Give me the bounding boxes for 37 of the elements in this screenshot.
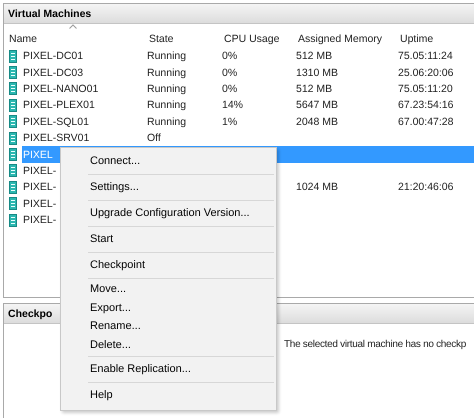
table-cell: PIXEL- [23,181,56,194]
table-cell: 25.06:20:06 [398,66,454,79]
table-cell: PIXEL-PLEX01 [23,99,95,112]
table-cell: Running [147,66,186,79]
table-cell: 75.05:11:20 [398,82,453,95]
table-cell: PIXEL-NANO01 [23,82,98,95]
table-cell: PIXEL- [23,214,56,226]
table-cell: 2048 MB [296,116,338,128]
table-cell: 512 MB [296,50,332,62]
table-cell: PIXEL- [23,164,56,177]
table-cell: 67.23:54:16 [398,99,454,112]
table-cell: 1% [222,116,238,128]
panel-title: Virtual Machines [8,8,92,20]
table-cell: PIXEL-SQL01 [23,116,89,128]
table-cell: 0% [222,50,238,62]
table-cell: 0% [222,82,238,95]
table-cell: PIXEL [23,148,53,161]
table-cell: PIXEL-SRV01 [23,132,90,144]
table-cell: 21:20:46:06 [398,181,454,194]
table-cell: PIXEL-DC03 [23,66,84,79]
table-cell: 67.00:47:28 [398,116,454,128]
table-cell: Running [147,99,186,112]
table-cell: Running [147,50,186,62]
table-cell: 1024 MB [296,181,338,194]
table-cell: 75.05:11:24 [398,50,453,62]
table-cell: 5647 MB [296,99,338,112]
table-cell: PIXEL- [23,198,56,210]
table-cell: 1310 MB [296,66,338,79]
table-cell: 512 MB [296,82,332,95]
panel-title: Checkpo [8,308,52,320]
table-cell: Running [147,116,186,128]
empty-message: The selected virtual machine has no checkp [284,339,466,350]
table-cell: 0% [222,66,238,79]
table-cell: PIXEL-DC01 [23,50,84,62]
table-cell: Running [147,82,186,95]
table-cell: Off [147,132,161,144]
table-cell: 14% [222,99,244,112]
